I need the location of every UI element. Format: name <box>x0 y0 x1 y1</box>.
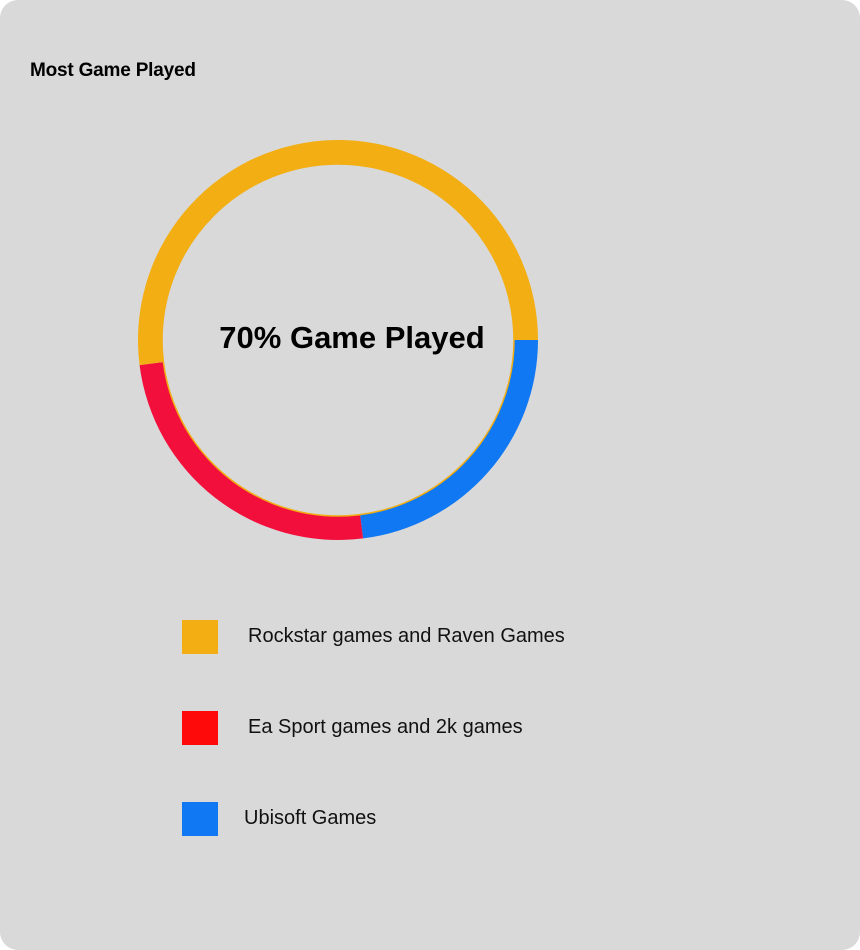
chart-card: Most Game Played 70% Game Played Rocksta… <box>0 0 860 950</box>
legend-label-rockstar: Rockstar games and Raven Games <box>248 625 565 647</box>
donut-segment-ea-sport-games-and-2k-games <box>139 362 364 540</box>
legend-label-ea-sport: Ea Sport games and 2k games <box>248 716 523 738</box>
donut-chart <box>138 140 539 540</box>
donut-center-label: 70% Game Played <box>219 320 485 355</box>
legend-swatch-ubisoft <box>182 802 218 836</box>
legend-swatch-ea-sport <box>182 711 218 745</box>
legend-label-ubisoft: Ubisoft Games <box>244 807 377 829</box>
legend-swatch-rockstar <box>182 620 218 654</box>
